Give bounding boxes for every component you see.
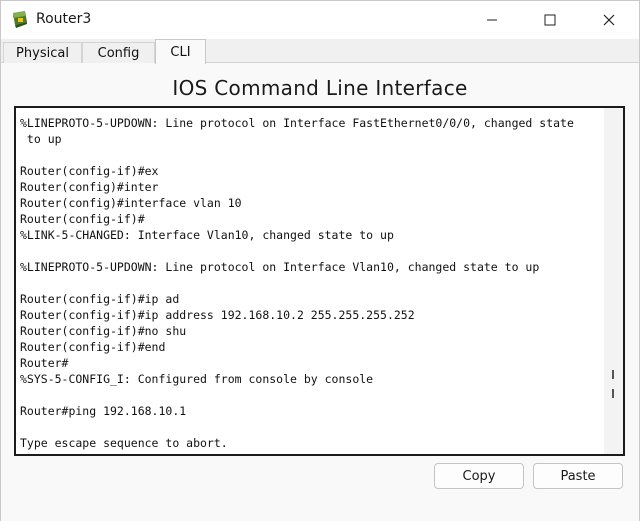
- paste-button[interactable]: Paste: [533, 463, 623, 489]
- page-title: IOS Command Line Interface: [172, 76, 468, 100]
- console-line: to up: [20, 132, 62, 146]
- scrollbar-thumb-bottom[interactable]: [612, 389, 614, 398]
- console-line: Router#ping 192.168.10.1: [20, 404, 187, 418]
- console-line: %LINEPROTO-5-UPDOWN: Line protocol on In…: [20, 116, 574, 130]
- close-icon: [603, 11, 615, 30]
- cli-panel: IOS Command Line Interface %LINEPROTO-5-…: [1, 63, 639, 521]
- console-line: Router(config)#interface vlan 10: [20, 196, 242, 210]
- console-line: %LINEPROTO-5-UPDOWN: Line protocol on In…: [20, 260, 540, 274]
- console-line: Type escape sequence to abort.: [20, 436, 228, 450]
- scrollbar-thumb-top[interactable]: [612, 370, 614, 379]
- copy-button[interactable]: Copy: [434, 463, 524, 489]
- minimize-icon: [486, 11, 498, 30]
- cli-console[interactable]: %LINEPROTO-5-UPDOWN: Line protocol on In…: [14, 106, 625, 456]
- console-output[interactable]: %LINEPROTO-5-UPDOWN: Line protocol on In…: [20, 115, 604, 453]
- console-line: Router(config-if)#: [20, 212, 145, 226]
- console-line: Router(config-if)#ip address 192.168.10.…: [20, 308, 415, 322]
- close-button[interactable]: [580, 1, 638, 39]
- console-line: %SYS-5-CONFIG_I: Configured from console…: [20, 372, 374, 386]
- window-title: Router3: [36, 11, 92, 27]
- tab-bar: Physical Config CLI: [1, 39, 639, 64]
- minimize-button[interactable]: [463, 1, 521, 39]
- tab-config[interactable]: Config: [82, 42, 155, 63]
- maximize-icon: [544, 11, 556, 30]
- console-line: Router(config)#inter: [20, 180, 159, 194]
- router-window: Router3 Physical Config CLI IOS Command …: [0, 0, 640, 521]
- tab-physical[interactable]: Physical: [3, 42, 82, 63]
- console-line: Router(config-if)#no shu: [20, 324, 187, 338]
- console-line: Router#: [20, 356, 69, 370]
- console-line: Router(config-if)#ip ad: [20, 292, 180, 306]
- maximize-button[interactable]: [521, 1, 579, 39]
- console-scrollbar[interactable]: [604, 108, 623, 454]
- console-line: Router(config-if)#end: [20, 340, 166, 354]
- tab-cli[interactable]: CLI: [155, 39, 206, 64]
- console-line: %LINK-5-CHANGED: Interface Vlan10, chang…: [20, 228, 394, 242]
- title-bar[interactable]: Router3: [1, 1, 639, 39]
- console-line: Router(config-if)#ex: [20, 164, 159, 178]
- router-device-icon: [10, 10, 30, 30]
